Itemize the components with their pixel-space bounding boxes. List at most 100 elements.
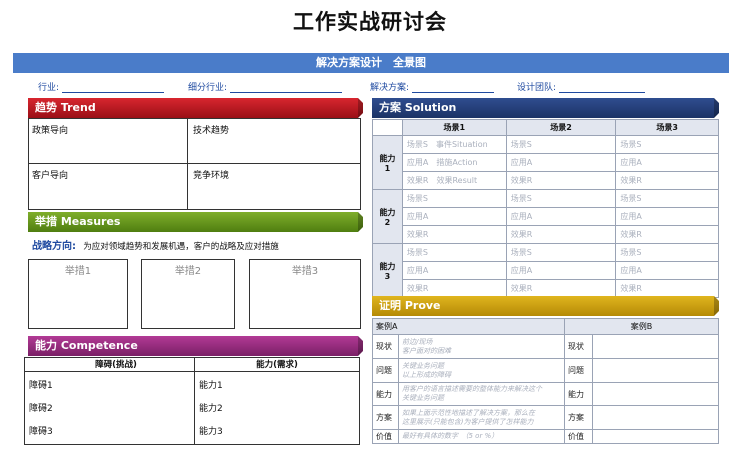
prove-case-a-cell[interactable]: 用客户的语言描述需要的整体能力来解决这个 关键业务问题 — [398, 382, 565, 406]
design-team-label: 设计团队: — [517, 83, 557, 93]
solution-row: 效果R 效果Result 效果R 效果R — [373, 171, 719, 190]
solution-row: 效果R 效果R 效果R — [373, 225, 719, 244]
prove-row: 价值 最好有具体的数字 （5 or %） 价值 — [372, 429, 719, 444]
prove-case-a-cell[interactable]: 如果上面示范性地描述了解决方案，那么在 这里展示(只能包含)为客户提供了怎样能力 — [398, 405, 565, 430]
prove-table: 案例A 案例B 现状 前边/现场 客户面对的困难 现状 问题 关键业务问题 以上形成的障… — [372, 318, 719, 444]
scenario-cell[interactable]: 应用A — [401, 207, 507, 226]
scenario-cell[interactable]: 应用A — [615, 207, 719, 226]
scenario-cell[interactable]: 应用A — [505, 153, 617, 172]
scenario-cell[interactable]: 场景S 事件Situation — [401, 135, 507, 154]
prove-row-label-b: 现状 — [564, 334, 593, 359]
trend-header: 趋势 Trend — [28, 98, 358, 118]
sub-industry-field[interactable]: 细分行业: — [188, 80, 343, 93]
prove-row: 问题 关键业务问题 以上形成的障碍 问题 — [372, 358, 719, 383]
obstacle-1: 障碍1 — [29, 381, 53, 391]
scenario-cell[interactable]: 效果R — [505, 171, 617, 190]
scenario-cell[interactable]: 效果R — [615, 225, 719, 244]
prove-case-a-cell[interactable]: 关键业务问题 以上形成的障碍 — [398, 358, 565, 383]
scenario-cell[interactable]: 应用A — [505, 207, 617, 226]
banner: 解决方案设计 全景图 — [13, 53, 729, 73]
prove-row-label: 价值 — [372, 429, 399, 444]
measure-box-1[interactable]: 举措1 — [28, 259, 128, 329]
measures-header: 举措 Measures — [28, 212, 358, 232]
prove-row-label-b: 问题 — [564, 358, 593, 383]
scenario-cell[interactable]: 效果R — [401, 279, 507, 298]
design-team-field[interactable]: 设计团队: — [517, 80, 646, 93]
prove-case-a-cell[interactable]: 最好有具体的数字 （5 or %） — [398, 429, 565, 444]
scenario-cell[interactable]: 效果R — [615, 279, 719, 298]
solution-field[interactable]: 解决方案: — [370, 80, 495, 93]
prove-row-label: 问题 — [372, 358, 399, 383]
design-team-input[interactable] — [559, 83, 646, 93]
prove-case-b-cell[interactable] — [592, 358, 719, 383]
prove-case-b-cell[interactable] — [592, 429, 719, 444]
trend-technology: 技术趋势 — [193, 126, 230, 136]
industry-input[interactable] — [62, 83, 165, 93]
strategy-direction-text: 为应对领域趋势和发展机遇，客户的战略及应对措施 — [83, 242, 279, 252]
scenario-cell[interactable]: 场景S — [505, 243, 617, 262]
obstacle-3: 障碍3 — [29, 427, 53, 437]
scenario-2-header: 场景2 — [505, 119, 617, 136]
solution-row: 应用A 应用A 应用A — [373, 207, 719, 226]
solution-row: 能力 2 场景S 场景S 场景S — [372, 189, 719, 244]
prove-header: 证明 Prove — [372, 296, 714, 316]
scenario-cell[interactable]: 效果R — [401, 225, 507, 244]
scenario-cell[interactable]: 效果R 效果Result — [401, 171, 507, 190]
scenario-3-header: 场景3 — [615, 119, 719, 136]
capability-group-label: 能力 1 — [372, 135, 403, 190]
prove-row-label: 方案 — [372, 405, 399, 430]
solution-table: 场景1 场景2 场景3 能力 1 场景S 事件Situation 场景S 场景S 应用A… — [372, 119, 719, 298]
prove-row-label-b: 价值 — [564, 429, 593, 444]
page-title: 工作实战研讨会 — [293, 10, 447, 34]
scenario-cell[interactable]: 应用A — [505, 261, 617, 280]
obstacle-2: 障碍2 — [29, 404, 53, 414]
scenario-cell[interactable]: 应用A 措施Action — [401, 153, 507, 172]
case-a-header: 案例A — [372, 318, 565, 335]
scenario-cell[interactable]: 场景S — [401, 189, 507, 208]
prove-case-a-cell[interactable]: 前边/现场 客户面对的困难 — [398, 334, 565, 359]
trend-customer: 客户导向 — [32, 171, 69, 181]
prove-case-b-cell[interactable] — [592, 334, 719, 359]
prove-case-b-cell[interactable] — [592, 405, 719, 430]
capability-group-label: 能力 3 — [372, 243, 403, 298]
prove-case-b-cell[interactable] — [592, 382, 719, 406]
strategy-direction-label: 战略方向: — [32, 241, 76, 252]
scenario-cell[interactable]: 场景S — [615, 135, 719, 154]
obstacles-panel: 障碍(挑战) 障碍1 障碍2 障碍3 — [24, 357, 208, 445]
scenario-cell[interactable]: 效果R — [505, 279, 617, 298]
prove-row-label-b: 能力 — [564, 382, 593, 406]
capability-2: 能力2 — [199, 404, 223, 414]
scenario-cell[interactable]: 场景S — [615, 243, 719, 262]
measure-box-2[interactable]: 举措2 — [141, 259, 235, 329]
scenario-cell[interactable]: 应用A — [615, 153, 719, 172]
scenario-cell[interactable]: 应用A — [401, 261, 507, 280]
solution-label: 解决方案: — [370, 83, 410, 93]
solution-row: 应用A 应用A 应用A — [373, 261, 719, 280]
scenario-cell[interactable]: 效果R — [615, 171, 719, 190]
solution-row: 能力 1 场景S 事件Situation 场景S 场景S — [372, 135, 719, 190]
scenario-cell[interactable]: 效果R — [505, 225, 617, 244]
measure-label: 举措3 — [291, 266, 319, 277]
solution-input[interactable] — [412, 83, 495, 93]
scenario-cell[interactable]: 场景S — [401, 243, 507, 262]
trend-competition: 竞争环境 — [193, 171, 230, 181]
prove-row-label: 现状 — [372, 334, 399, 359]
scenario-cell[interactable]: 场景S — [615, 189, 719, 208]
industry-label: 行业: — [38, 83, 60, 93]
capabilities-panel: 能力(需求) 能力1 能力2 能力3 — [194, 357, 360, 445]
trend-panel: 政策导向 技术趋势 客户导向 竞争环境 — [28, 118, 361, 210]
capability-3: 能力3 — [199, 427, 223, 437]
strategy-direction: 战略方向: 为应对领域趋势和发展机遇，客户的战略及应对措施 — [32, 237, 279, 252]
scenario-cell[interactable]: 场景S — [505, 189, 617, 208]
measure-label: 举措1 — [64, 266, 92, 277]
scenario-cell[interactable]: 场景S — [505, 135, 617, 154]
measure-label: 举措2 — [174, 266, 202, 277]
scenario-cell[interactable]: 应用A — [615, 261, 719, 280]
sub-industry-label: 细分行业: — [188, 83, 228, 93]
capabilities-column-header: 能力(需求) — [195, 358, 359, 372]
trend-policy: 政策导向 — [32, 126, 69, 136]
sub-industry-input[interactable] — [230, 83, 343, 93]
industry-field[interactable]: 行业: — [38, 80, 165, 93]
measure-box-3[interactable]: 举措3 — [249, 259, 361, 329]
solution-row: 效果R 效果R 效果R — [373, 279, 719, 298]
